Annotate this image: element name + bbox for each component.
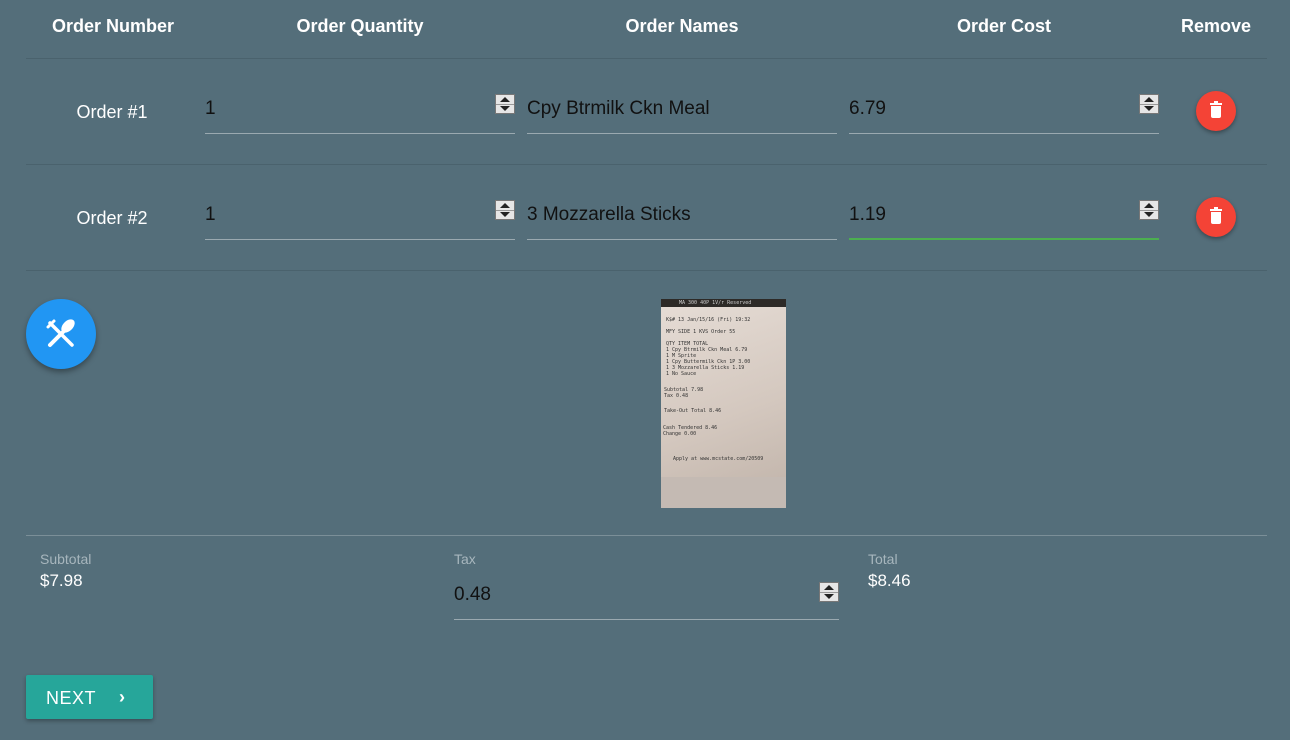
total-value: $8.46 <box>868 571 911 590</box>
quantity-value: 1 <box>205 204 216 225</box>
order-number-label: Order #1 <box>76 102 148 122</box>
quantity-stepper[interactable] <box>495 94 515 114</box>
add-item-fab[interactable] <box>26 299 96 369</box>
receipt-image: MA 300 40P 1V/r Reserved K$# 13 Jan/15/1… <box>661 299 786 508</box>
quantity-input[interactable]: 1 <box>205 90 515 134</box>
cost-value: 6.79 <box>849 98 886 119</box>
tax-label: Tax <box>454 551 476 567</box>
cost-stepper[interactable] <box>1139 94 1159 114</box>
receipt-line: MA 300 40P 1V/r Reserved <box>679 300 752 306</box>
chevron-right-icon: › <box>119 687 125 707</box>
next-button[interactable]: NEXT › <box>26 675 153 719</box>
remove-button[interactable] <box>1196 91 1236 131</box>
remove-button[interactable] <box>1196 197 1236 237</box>
name-input[interactable]: 3 Mozzarella Sticks <box>527 196 837 240</box>
header-remove: Remove <box>1180 16 1252 36</box>
receipt-line: Take-Out Total 8.46 <box>664 408 722 414</box>
tax-stepper[interactable] <box>819 582 839 602</box>
receipt-line: Change 0.00 <box>663 431 697 437</box>
receipt-line: Apply at www.mcstate.com/20509 <box>673 456 764 462</box>
header-order-cost: Order Cost <box>956 16 1052 36</box>
cost-input[interactable]: 6.79 <box>849 90 1159 134</box>
name-input[interactable]: Cpy Btrmilk Ckn Meal <box>527 90 837 134</box>
header-order-number: Order Number <box>51 16 175 36</box>
divider <box>26 164 1267 165</box>
name-value: 3 Mozzarella Sticks <box>527 204 691 225</box>
cost-value: 1.19 <box>849 204 886 225</box>
cost-stepper[interactable] <box>1139 200 1159 220</box>
quantity-value: 1 <box>205 98 216 119</box>
next-button-label: NEXT <box>46 688 97 708</box>
header-order-names: Order Names <box>625 16 739 36</box>
quantity-input[interactable]: 1 <box>205 196 515 240</box>
tax-input[interactable]: 0.48 <box>454 576 839 620</box>
utensils-icon <box>46 319 75 347</box>
receipt-line: Tax 0.48 <box>664 393 689 399</box>
tax-value: 0.48 <box>454 584 491 605</box>
subtotal-value: $7.98 <box>40 571 83 590</box>
quantity-stepper[interactable] <box>495 200 515 220</box>
divider <box>26 270 1267 271</box>
receipt-line: MFY SIDE 1 KVS Order 55 <box>666 329 736 335</box>
table-header: Order Number Order Quantity Order Names … <box>0 0 1290 58</box>
name-value: Cpy Btrmilk Ckn Meal <box>527 98 710 119</box>
header-order-quantity: Order Quantity <box>296 16 424 36</box>
summary-divider <box>26 535 1267 536</box>
divider <box>26 58 1267 59</box>
total-label: Total <box>868 551 898 567</box>
subtotal-label: Subtotal <box>40 551 92 567</box>
order-number-label: Order #2 <box>76 208 148 228</box>
cost-input[interactable]: 1.19 <box>849 196 1159 240</box>
receipt-line: 1 No Sauce <box>666 371 697 377</box>
receipt-line: K$# 13 Jan/15/16 (Fri) 19:32 <box>666 317 751 323</box>
